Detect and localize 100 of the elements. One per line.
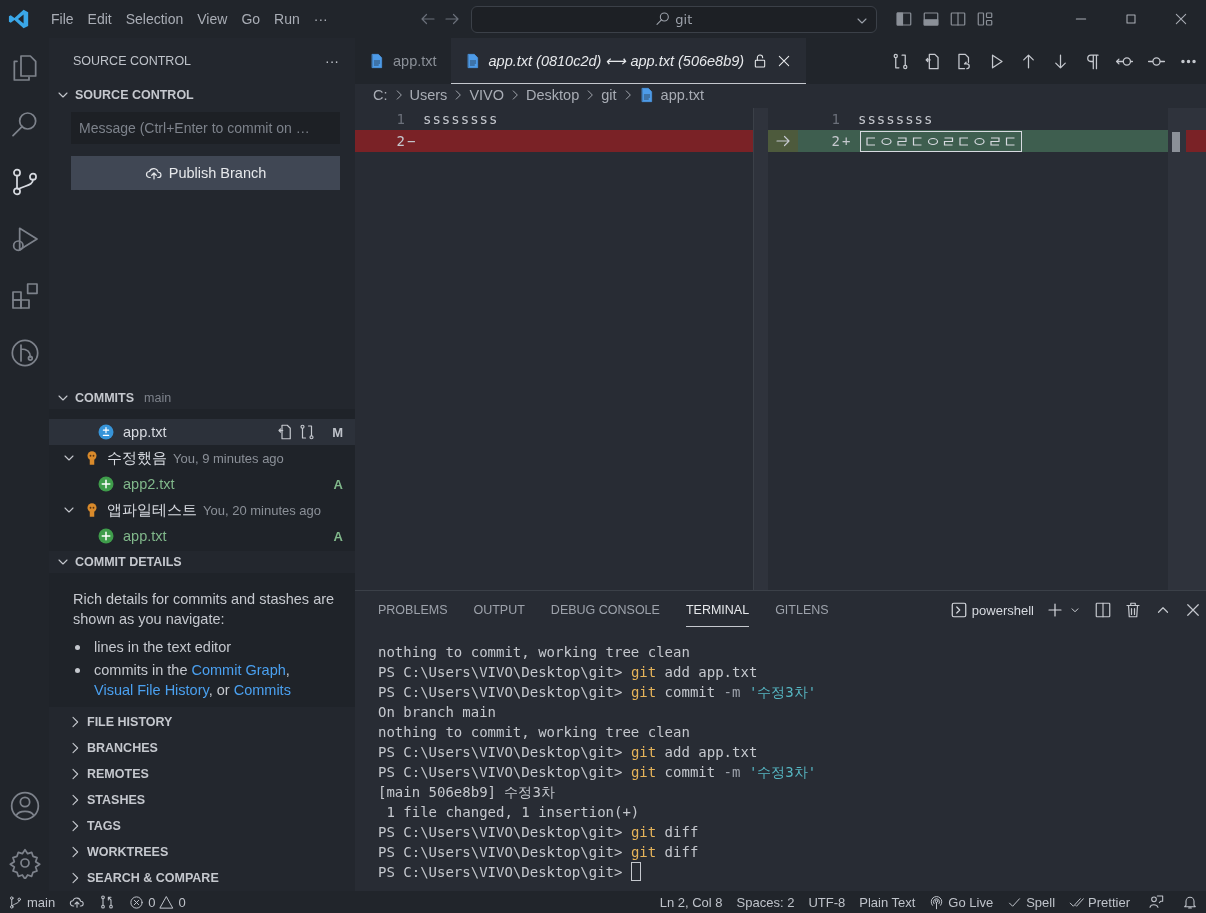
panel-tab[interactable]: GITLENS — [775, 593, 829, 627]
breadcrumb-item[interactable]: git — [601, 87, 617, 103]
gitlens-icon[interactable] — [8, 337, 41, 369]
section-header[interactable]: REMOTES — [49, 761, 355, 787]
status-item[interactable]: Ln 2, Col 8 — [659, 894, 723, 910]
branch-status[interactable]: main — [8, 894, 56, 910]
menu-item[interactable]: ··· — [306, 11, 335, 27]
terminal-text: add app.txt — [663, 743, 758, 762]
section-header[interactable]: BRANCHES — [49, 735, 355, 761]
bell-icon[interactable] — [1182, 894, 1198, 910]
file-name: app.txt — [123, 528, 167, 544]
breadcrumb-item[interactable]: VIVO — [469, 87, 505, 103]
section-header[interactable]: WORKTREES — [49, 839, 355, 865]
section-header[interactable]: FILE HISTORY — [49, 709, 355, 735]
panel-tab[interactable]: OUTPUT — [473, 593, 525, 627]
error-count: 0 — [148, 894, 156, 910]
maximize-icon[interactable] — [1123, 11, 1139, 27]
file-name: app.txt — [123, 424, 167, 440]
terminal-text: PS C:\Users\VIVO\Desktop\git> — [378, 843, 624, 862]
editor-tab[interactable]: app.txt — [355, 38, 451, 84]
terminal-text: add app.txt — [663, 663, 758, 682]
status-item[interactable]: Plain Text — [859, 894, 916, 910]
panel-tab[interactable]: TERMINAL — [685, 593, 750, 627]
sidebar-toggle-icon[interactable] — [894, 10, 913, 28]
menu-item[interactable]: Selection — [118, 11, 191, 27]
pull-request-icon[interactable] — [99, 894, 116, 910]
more-actions-button[interactable]: ··· — [325, 53, 339, 69]
status-item[interactable]: Spell — [1007, 894, 1056, 910]
file-row[interactable]: app.txt M — [49, 419, 355, 445]
menu-item[interactable]: Go — [234, 11, 268, 27]
status-item[interactable]: UTF-8 — [808, 894, 846, 910]
close-icon[interactable] — [1173, 11, 1189, 27]
link[interactable]: Commit Graph — [191, 662, 286, 678]
section-title: FILE HISTORY — [87, 715, 173, 729]
section-header[interactable]: TAGS — [49, 813, 355, 839]
editor-tab[interactable]: app.txt (0810c2d) ⟷ app.txt (506e8b9) — [450, 38, 807, 84]
section-header[interactable]: COMMITS main — [49, 387, 355, 409]
link[interactable]: Visual File History — [94, 682, 209, 698]
section-title: WORKTREES — [87, 845, 169, 859]
section-header[interactable]: STASHES — [49, 787, 355, 813]
breadcrumb-item[interactable]: C: — [373, 87, 388, 103]
file-row[interactable]: app.txt A — [49, 523, 355, 549]
feedback-icon[interactable] — [1148, 894, 1164, 910]
section-header[interactable]: COMMIT DETAILS — [49, 551, 355, 573]
settings-icon[interactable] — [8, 847, 41, 879]
file-row[interactable]: app2.txt A — [49, 471, 355, 497]
layout-grid-icon[interactable] — [975, 10, 994, 28]
scroll-thumb[interactable] — [1172, 132, 1180, 152]
commit-message-field[interactable]: Message (Ctrl+Enter to commit on … — [71, 112, 340, 144]
command-center-field[interactable]: git — [470, 5, 877, 33]
status-item[interactable]: Prettier — [1069, 894, 1130, 910]
commit-message: 수정했음 — [107, 448, 167, 468]
bullet-dot — [75, 645, 80, 650]
terminal-text: On branch main — [378, 703, 496, 722]
publish-branch-button[interactable]: Publish Branch — [71, 156, 340, 190]
panel-tab[interactable]: PROBLEMS — [378, 593, 448, 627]
panel-tab[interactable]: DEBUG CONSOLE — [550, 593, 660, 627]
split-layout-icon[interactable] — [948, 10, 967, 28]
scrollbar[interactable] — [753, 108, 768, 590]
terminal-selector[interactable]: powershell — [949, 601, 1034, 619]
breadcrumb-item[interactable]: app.txt — [660, 87, 705, 103]
warning-count: 0 — [178, 894, 186, 910]
breadcrumb-item[interactable]: Desktop — [526, 87, 580, 103]
terminal-text: PS C:\Users\VIVO\Desktop\git> — [378, 763, 624, 782]
terminal-text: diff — [663, 823, 699, 842]
publish-icon[interactable] — [69, 894, 86, 910]
terminal-text: '수정3차' — [748, 683, 817, 702]
menu-item[interactable]: Run — [267, 11, 307, 27]
panel-toggle-icon[interactable] — [921, 10, 940, 28]
bullet-text: commits in the Commit Graph, Visual File History, or Commits — [94, 661, 292, 700]
section-header[interactable]: SEARCH & COMPARE — [49, 865, 355, 891]
line-number: 2 — [830, 133, 841, 149]
terminal-text: git — [630, 823, 657, 842]
code-text: ssssssss — [857, 111, 934, 127]
terminal-text: -m — [723, 683, 742, 702]
close-icon[interactable] — [1184, 601, 1202, 619]
change-marker — [1186, 130, 1206, 152]
commit-row[interactable]: 수정했음 You, 9 minutes ago — [49, 445, 355, 471]
terminal-text: git — [630, 683, 657, 702]
file-name: app2.txt — [123, 476, 175, 492]
menu-item[interactable]: File — [44, 11, 81, 27]
trash-icon[interactable] — [1124, 601, 1142, 619]
terminal-text: -m — [723, 763, 742, 782]
status-item[interactable]: Go Live — [929, 894, 994, 910]
commit-row[interactable]: 앱파일테스트 You, 20 minutes ago — [49, 497, 355, 523]
split-terminal-icon[interactable] — [1094, 601, 1112, 619]
open-file-icon[interactable] — [923, 51, 942, 71]
link[interactable]: Commits — [233, 682, 291, 698]
menu-item[interactable]: Edit — [80, 11, 119, 27]
account-icon[interactable] — [8, 790, 41, 822]
status-item[interactable]: Spaces: 2 — [736, 894, 795, 910]
menu-item[interactable]: View — [190, 11, 235, 27]
new-terminal-icon[interactable] — [1046, 601, 1064, 619]
bullet-dot — [75, 668, 80, 673]
compare-icon[interactable] — [298, 423, 317, 441]
compare-icon[interactable] — [891, 51, 910, 71]
problems-status[interactable]: 0 0 — [129, 894, 186, 910]
breadcrumb-item[interactable]: Users — [409, 87, 448, 103]
section-title: BRANCHES — [87, 741, 158, 755]
section-header[interactable]: SOURCE CONTROL — [49, 84, 355, 106]
